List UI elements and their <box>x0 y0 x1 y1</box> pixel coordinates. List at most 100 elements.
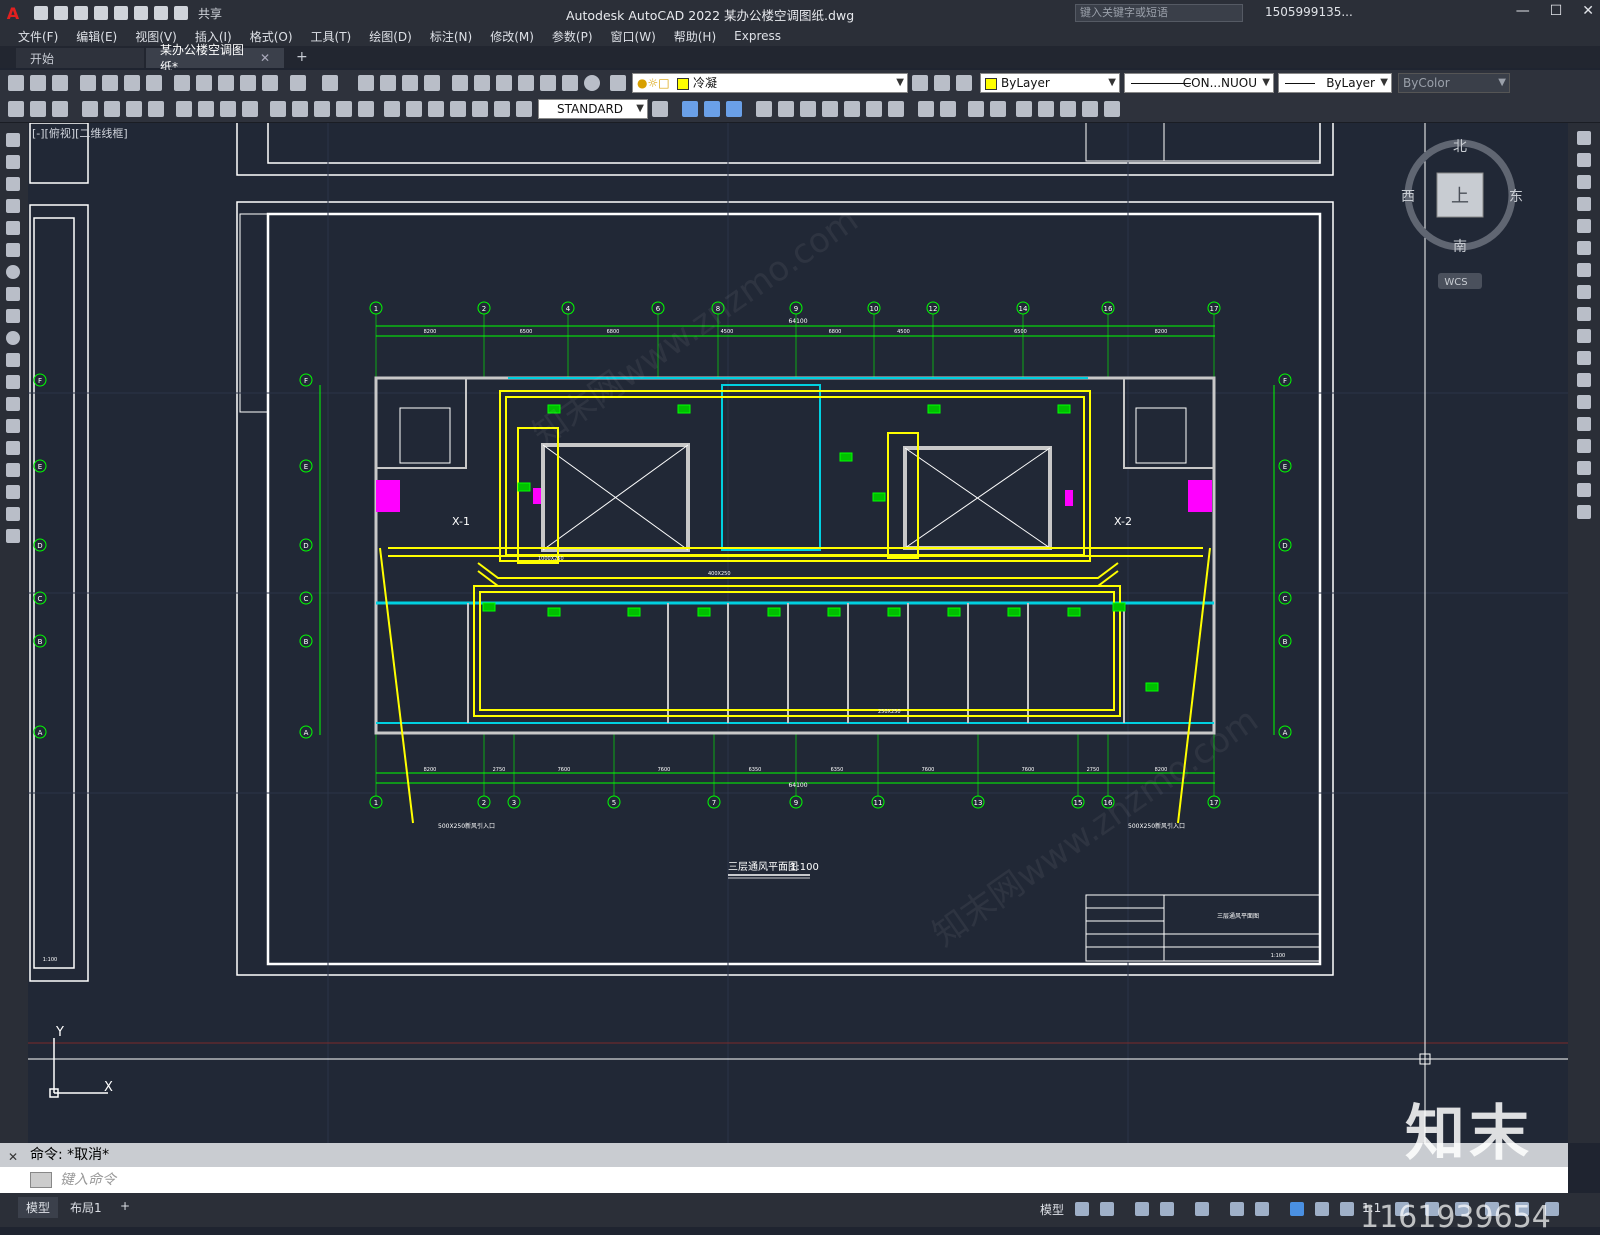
baseline-dimension-icon[interactable] <box>292 101 308 117</box>
object-snap-tracking-icon[interactable] <box>1230 1202 1244 1216</box>
calculator-icon[interactable] <box>562 75 578 91</box>
dimension-edit-icon[interactable] <box>472 101 488 117</box>
zoom-previous-icon[interactable] <box>424 75 440 91</box>
workspace-icon[interactable] <box>8 101 24 117</box>
grid-icon[interactable] <box>1075 1202 1089 1216</box>
rectangle-icon[interactable] <box>6 221 20 235</box>
menu-format[interactable]: 格式(O) <box>250 28 293 45</box>
maximize-icon[interactable]: ☐ <box>1550 3 1563 19</box>
point-icon[interactable] <box>6 419 20 433</box>
dimension-space-icon[interactable] <box>336 101 352 117</box>
mtext-draw-icon[interactable] <box>6 529 20 543</box>
add-layout-icon[interactable]: + <box>112 1197 138 1215</box>
open-icon[interactable] <box>54 6 68 20</box>
object-snap-icon[interactable] <box>1255 1202 1269 1216</box>
jogged-dimension-icon[interactable] <box>198 101 214 117</box>
explode-icon[interactable] <box>1577 505 1591 519</box>
send-back-icon[interactable] <box>800 101 816 117</box>
table-draw-icon[interactable] <box>6 507 20 521</box>
pan-icon[interactable] <box>358 75 374 91</box>
user-account[interactable]: 1505999135... <box>1265 5 1353 19</box>
color-dropdown[interactable]: ByLayer ▼ <box>980 73 1120 93</box>
command-menu-icon[interactable] <box>30 1172 52 1188</box>
ortho-icon[interactable] <box>1135 1202 1149 1216</box>
offset-icon[interactable] <box>1577 197 1591 211</box>
hyperlink-icon[interactable] <box>1104 101 1120 117</box>
pdf-attach-icon[interactable] <box>1082 101 1098 117</box>
insert-block-icon[interactable] <box>6 375 20 389</box>
bring-front-icon[interactable] <box>778 101 794 117</box>
new-tab-icon[interactable]: + <box>296 49 308 65</box>
group-edit-icon[interactable] <box>866 101 882 117</box>
menu-parametric[interactable]: 参数(P) <box>552 28 593 45</box>
wcs-label[interactable]: WCS <box>1444 277 1467 288</box>
search-input[interactable]: 键入关键字或短语 <box>1075 4 1243 22</box>
polar-icon[interactable] <box>1160 1202 1174 1216</box>
array-icon[interactable] <box>1577 219 1591 233</box>
menu-window[interactable]: 窗口(W) <box>611 28 656 45</box>
group-select-icon[interactable] <box>888 101 904 117</box>
image-icon[interactable] <box>1038 101 1054 117</box>
make-current-layer-icon[interactable] <box>912 75 928 91</box>
match-properties-icon[interactable] <box>240 75 256 91</box>
tab-model[interactable]: 模型 <box>18 1197 59 1218</box>
autocad-logo-icon[interactable]: A <box>0 0 26 26</box>
dimension-style-icon[interactable] <box>652 101 668 117</box>
close-icon[interactable]: ✕ <box>1582 3 1594 19</box>
save-as-icon[interactable] <box>94 6 108 20</box>
preview-icon[interactable] <box>102 75 118 91</box>
plot-icon[interactable] <box>80 75 96 91</box>
tab-layout1[interactable]: 布局1 <box>62 1197 110 1218</box>
layer-previous-icon[interactable] <box>934 75 950 91</box>
blend-curves-icon[interactable] <box>1577 483 1591 497</box>
layer-properties-icon[interactable] <box>610 75 626 91</box>
dimension-style-dropdown[interactable]: STANDARD ▼ <box>538 99 648 119</box>
compass-east[interactable]: 东 <box>1509 189 1523 205</box>
publish-icon[interactable] <box>114 6 128 20</box>
revision-cloud-icon[interactable] <box>6 287 20 301</box>
lineweight-dropdown[interactable]: ByLayer ▼ <box>1278 73 1392 93</box>
menu-modify[interactable]: 修改(M) <box>490 28 534 45</box>
close-tab-icon[interactable]: ✕ <box>260 51 270 65</box>
line-icon[interactable] <box>6 133 20 147</box>
block-editor-icon[interactable] <box>262 75 278 91</box>
aligned-dimension-icon[interactable] <box>104 101 120 117</box>
plotstyle-dropdown[interactable]: ByColor ▼ <box>1398 73 1510 93</box>
fillet-icon[interactable] <box>1577 461 1591 475</box>
design-center-icon[interactable] <box>474 75 490 91</box>
stretch-icon[interactable] <box>726 101 742 117</box>
ellipse-arc-icon[interactable] <box>6 353 20 367</box>
menu-edit[interactable]: 编辑(E) <box>76 28 117 45</box>
save-icon[interactable] <box>74 6 88 20</box>
diameter-dimension-icon[interactable] <box>220 101 236 117</box>
undo-icon[interactable] <box>290 75 306 91</box>
annotation-visibility-icon[interactable] <box>1290 1202 1304 1216</box>
region-icon[interactable] <box>6 485 20 499</box>
menu-help[interactable]: 帮助(H) <box>674 28 716 45</box>
field-icon[interactable] <box>990 101 1006 117</box>
markup-icon[interactable] <box>540 75 556 91</box>
group-icon[interactable] <box>822 101 838 117</box>
command-input[interactable]: 键入命令 <box>0 1167 1568 1193</box>
erase-icon[interactable] <box>1577 131 1591 145</box>
dimension-update-icon[interactable] <box>516 101 532 117</box>
text-icon[interactable] <box>918 101 934 117</box>
hatch-icon[interactable] <box>6 441 20 455</box>
viewcube-top-face[interactable]: 上 <box>1451 186 1469 207</box>
snap-icon[interactable] <box>1100 1202 1114 1216</box>
model-space-toggle[interactable]: 模型 <box>1040 1201 1064 1218</box>
layer-dropdown[interactable]: ●☼□ 冷凝 ▼ <box>632 73 908 93</box>
compass-north[interactable]: 北 <box>1453 139 1467 155</box>
save-icon[interactable] <box>52 75 68 91</box>
redo-icon[interactable] <box>322 75 338 91</box>
quick-dimension-icon[interactable] <box>270 101 286 117</box>
viewport-controls[interactable]: [-][俯视][二维线框] <box>32 125 128 141</box>
arc-length-icon[interactable] <box>126 101 142 117</box>
plot-icon[interactable] <box>134 6 148 20</box>
jogged-linear-icon[interactable] <box>450 101 466 117</box>
properties-icon[interactable] <box>452 75 468 91</box>
ellipse-icon[interactable] <box>6 331 20 345</box>
dimension-text-edit-icon[interactable] <box>494 101 510 117</box>
sheet-set-icon[interactable] <box>518 75 534 91</box>
center-mark-icon[interactable] <box>406 101 422 117</box>
